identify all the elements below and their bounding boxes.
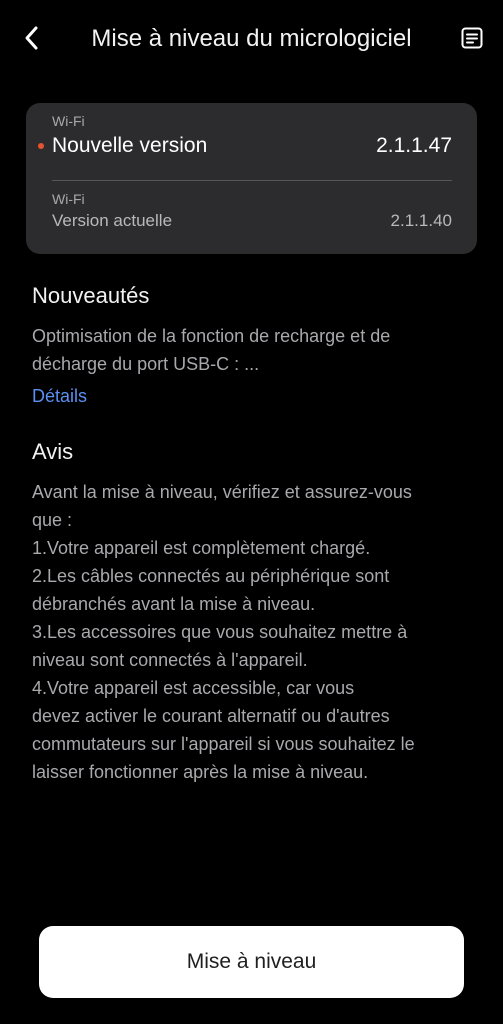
new-version-value: 2.1.1.47 [376, 134, 452, 157]
news-description: Optimisation de la fonction de recharge … [32, 322, 472, 378]
notice-text: Avant la mise à niveau, vérifiez et assu… [32, 478, 477, 786]
notice-line: 2.Les câbles connectés au périphérique s… [32, 566, 390, 586]
top-bar: Mise à niveau du micrologiciel [0, 0, 503, 80]
document-list-icon [461, 27, 483, 49]
current-version-row: Version actuelle 2.1.1.40 [52, 209, 452, 233]
page-title: Mise à niveau du micrologiciel [91, 25, 412, 52]
current-version-tag: Wi-Fi [52, 191, 85, 207]
notice-line: 3.Les accessoires que vous souhaitez met… [32, 622, 408, 642]
new-version-label: Nouvelle version [52, 134, 208, 157]
news-line: Optimisation de la fonction de recharge … [32, 326, 391, 346]
current-version-value: 2.1.1.40 [390, 211, 452, 230]
notice-line: laisser fonctionner après la mise à nive… [32, 762, 369, 782]
version-card: Wi-Fi Nouvelle version 2.1.1.47 Wi-Fi Ve… [26, 103, 477, 254]
current-version-label: Version actuelle [52, 211, 173, 230]
news-section-title: Nouveautés [32, 283, 150, 308]
notice-line: commutateurs sur l'appareil si vous souh… [32, 734, 415, 754]
new-version-indicator-dot [38, 143, 44, 149]
notice-section-title: Avis [32, 439, 74, 464]
upgrade-button[interactable]: Mise à niveau [39, 926, 464, 998]
card-divider [52, 180, 452, 181]
notice-line: 1.Votre appareil est complètement chargé… [32, 538, 371, 558]
notice-line: que : [32, 510, 73, 530]
notice-line: débranchés avant la mise à niveau. [32, 594, 316, 614]
update-log-button[interactable] [455, 21, 489, 55]
news-line: décharge du port USB-C : ... [32, 354, 260, 374]
notice-line: niveau sont connectés à l'appareil. [32, 650, 308, 670]
notice-line: Avant la mise à niveau, vérifiez et assu… [32, 482, 412, 502]
notice-line: 4.Votre appareil est accessible, car vou… [32, 678, 355, 698]
notice-line: devez activer le courant alternatif ou d… [32, 706, 390, 726]
details-link[interactable]: Détails [32, 386, 87, 407]
new-version-tag: Wi-Fi [52, 113, 85, 129]
new-version-row: Nouvelle version 2.1.1.47 [38, 131, 452, 161]
